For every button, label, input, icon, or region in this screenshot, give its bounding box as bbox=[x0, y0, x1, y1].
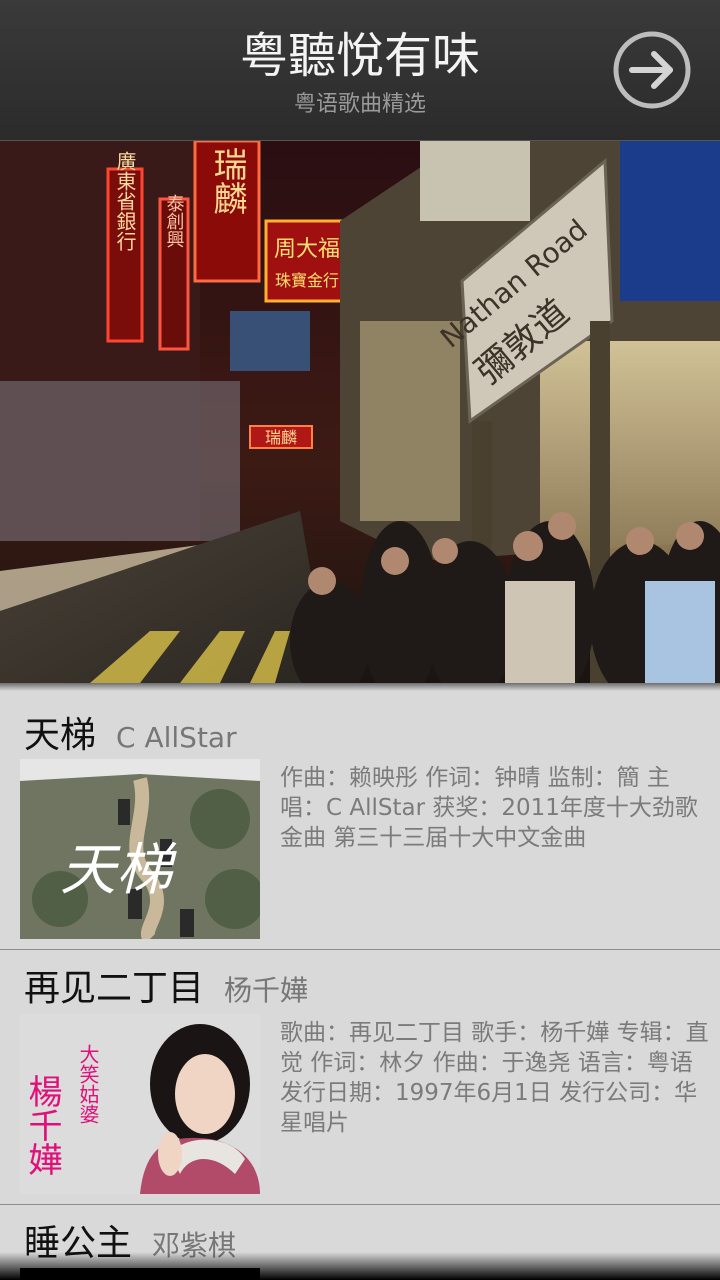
svg-text:珠寶金行: 珠寶金行 bbox=[275, 271, 339, 290]
album-cover: 楊千嬅 大笑姑婆 bbox=[20, 1014, 260, 1194]
title-bar: 粤聽悅有味 粤语歌曲精选 bbox=[0, 0, 720, 141]
cover-subtitle: 大笑姑婆 bbox=[76, 1044, 100, 1124]
song-artist: C AllStar bbox=[116, 721, 237, 754]
neon-sign: 瑞麟 bbox=[193, 141, 261, 283]
song-heading: 再见二丁目 杨千嬅 bbox=[24, 966, 308, 1014]
neon-sign: 周大福 珠寶金行 bbox=[264, 219, 350, 303]
cover-title: 楊千嬅 bbox=[22, 1074, 62, 1176]
arrow-right-icon bbox=[613, 31, 691, 109]
svg-text:瑞麟: 瑞麟 bbox=[265, 428, 297, 447]
app-screen: 粤聽悅有味 粤语歌曲精选 廣東省銀行 泰創興 瑞麟 周大福 珠寶金行 瑞麟 Na… bbox=[0, 0, 720, 1280]
song-artist: 杨千嬅 bbox=[224, 974, 309, 1007]
song-title: 天梯 bbox=[24, 715, 97, 756]
svg-text:瑞麟: 瑞麟 bbox=[207, 147, 247, 215]
next-button[interactable] bbox=[612, 30, 692, 110]
list-item[interactable]: 再见二丁目 杨千嬅 楊千嬅 大笑姑婆 歌曲：再见二丁目 歌手：杨千嬅 专辑：直觉 … bbox=[0, 950, 720, 1204]
banner-shadow bbox=[0, 683, 720, 691]
svg-text:泰創興: 泰創興 bbox=[164, 194, 185, 248]
svg-text:周大福: 周大福 bbox=[274, 237, 340, 262]
album-cover: 天梯 bbox=[20, 759, 260, 939]
neon-sign: 廣東省銀行 bbox=[106, 151, 144, 343]
song-description: 作曲：赖映彤 作词：钟晴 监制：簡 主唱：C AllStar 获奖：2011年度… bbox=[280, 765, 698, 851]
album-cover-peek bbox=[20, 1268, 260, 1280]
svg-text:廣東省銀行: 廣東省銀行 bbox=[113, 151, 137, 251]
song-title: 再见二丁目 bbox=[24, 968, 205, 1009]
song-description: 歌曲：再见二丁目 歌手：杨千嬅 专辑：直觉 作词：林夕 作曲：于逸尧 语言：粤语… bbox=[280, 1020, 709, 1136]
song-heading: 天梯 C AllStar bbox=[24, 713, 237, 761]
banner-image: 廣東省銀行 泰創興 瑞麟 周大福 珠寶金行 瑞麟 Nathan Road 彌敦道 bbox=[0, 141, 720, 683]
cover-title: 天梯 bbox=[60, 838, 177, 903]
neon-sign: 泰創興 bbox=[158, 194, 190, 351]
list-item[interactable]: 天梯 C AllStar 天梯 作曲：赖映彤 作词：钟晴 监制：簡 主唱：C A… bbox=[0, 691, 720, 949]
